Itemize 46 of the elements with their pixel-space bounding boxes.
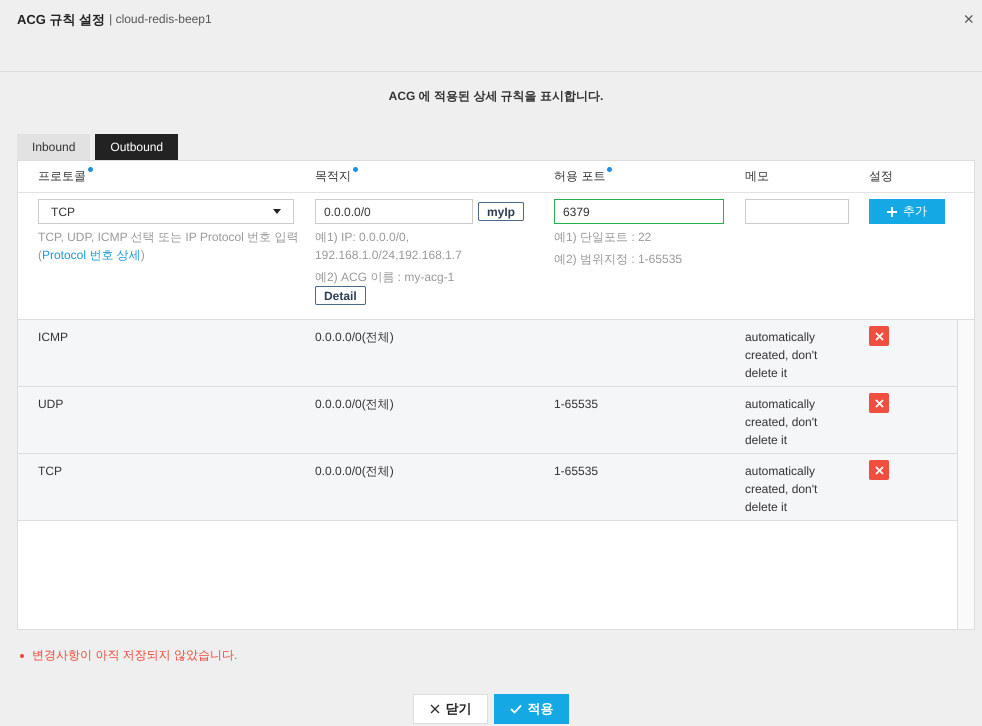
table-cell: ICMP <box>38 330 68 344</box>
delete-button[interactable] <box>869 393 889 413</box>
destination-field[interactable]: 0.0.0.0/0 <box>315 199 473 224</box>
delete-button[interactable] <box>869 460 889 480</box>
myip-button[interactable]: myIp <box>478 202 524 221</box>
description: ACG 에 적용된 상세 규칙을 표시합니다. <box>388 88 604 105</box>
destination-example: 예1) IP: 0.0.0.0/0, 192.168.1.0/24,192.168.1.7 <box>315 229 463 264</box>
close-dialog-button[interactable]: 닫기 <box>413 694 488 724</box>
scrollbar[interactable] <box>957 320 974 629</box>
table-cell: 0.0.0.0/0(전체) <box>315 397 394 411</box>
table-cell: 0.0.0.0/0(전체) <box>315 464 394 478</box>
detail-button[interactable]: Detail <box>315 286 366 305</box>
column-header: 목적지 <box>315 168 351 185</box>
check-icon <box>510 704 522 714</box>
table-cell: TCP <box>38 464 62 478</box>
warning-message: 변경사항이 아직 저장되지 않았습니다. <box>32 647 238 664</box>
tab[interactable]: Outbound <box>95 134 178 160</box>
table-cell: 1-65535 <box>554 464 598 478</box>
close-icon <box>430 704 440 714</box>
table-cell: automatically created, don't delete it <box>745 464 818 514</box>
protocol-hint: TCP, UDP, ICMP 선택 또는 IP Protocol 번호 입력 (Protocol 번호 상세) <box>38 229 300 264</box>
port-field[interactable]: 6379 <box>554 199 724 224</box>
tab[interactable]: Inbound <box>17 134 90 160</box>
memo-field[interactable] <box>745 199 849 224</box>
table-cell: UDP <box>38 397 64 411</box>
dialog-title: ACG 규칙 설정 <box>17 11 106 29</box>
destination-example: 예2) ACG 이름 : my-acg-1 <box>315 269 456 286</box>
table-cell: 1-65535 <box>554 397 598 411</box>
port-example: 예1) 단일포트 : 22 <box>554 229 652 246</box>
delete-button[interactable] <box>869 326 889 346</box>
port-example: 예2) 범위지정 : 1-65535 <box>554 251 684 268</box>
bullet-icon <box>20 654 24 658</box>
protocol-select[interactable]: TCP <box>38 199 294 224</box>
column-header: 메모 <box>745 168 769 185</box>
caret-icon <box>273 209 281 214</box>
column-header: 프로토콜 <box>38 168 86 185</box>
table-cell: automatically created, don't delete it <box>745 330 818 380</box>
table-cell: 0.0.0.0/0(전체) <box>315 330 394 344</box>
close-icon <box>874 398 884 408</box>
close-icon <box>874 466 884 474</box>
table-cell: automatically created, don't delete it <box>745 397 818 447</box>
dialog-subtitle: | cloud-redis-beep1 <box>109 12 212 26</box>
close-button[interactable]: × <box>963 10 974 28</box>
column-header: 허용 포트 <box>554 168 606 185</box>
close-icon <box>874 332 884 340</box>
column-header: 설정 <box>869 168 893 185</box>
